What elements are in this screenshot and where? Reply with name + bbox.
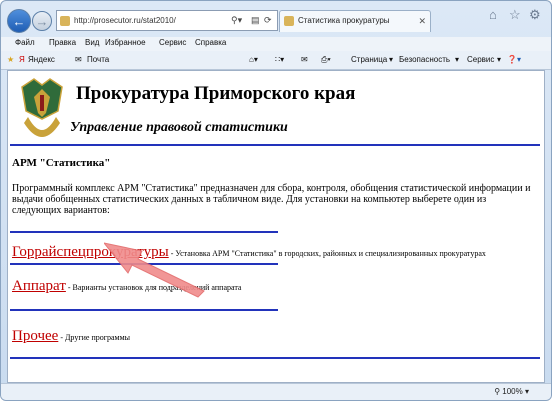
- link-apparat[interactable]: Аппарат: [12, 278, 66, 294]
- option-row: Прочее - Другие программы: [12, 327, 130, 345]
- favorites-star-icon[interactable]: ☆: [509, 7, 521, 23]
- zoom-control[interactable]: ⚲ 100% ▾: [494, 387, 529, 396]
- refresh-icon[interactable]: ⟳: [264, 11, 272, 30]
- cmd-security[interactable]: Безопасность: [399, 55, 450, 64]
- tab-close-icon[interactable]: ✕: [418, 11, 426, 31]
- browser-window: ← → http://prosecutor.ru/stat2010/ ⚲▾ ▤ …: [0, 0, 552, 401]
- compat-view-icon[interactable]: ▤: [251, 11, 260, 30]
- pointer-arrow-icon: [104, 242, 205, 298]
- print-icon[interactable]: ⎙▾: [321, 55, 331, 65]
- back-button[interactable]: ←: [7, 9, 31, 33]
- option-row: Горрайспецпрокуратуры - Установка АРМ "С…: [12, 243, 486, 261]
- divider: [10, 309, 278, 311]
- link-prochee[interactable]: Прочее: [12, 328, 58, 344]
- menu-view[interactable]: Вид: [85, 38, 99, 47]
- favorite-mail[interactable]: Почта: [87, 55, 109, 64]
- chevron-down-icon: ▾: [389, 55, 394, 64]
- page-subtitle: Управление правовой статистики: [70, 120, 288, 135]
- mail-cmd-icon[interactable]: ✉: [301, 55, 308, 64]
- forward-button[interactable]: →: [32, 11, 52, 31]
- chevron-down-icon: ▾: [455, 55, 460, 64]
- cmd-page[interactable]: Страница: [351, 55, 387, 64]
- mail-icon: ✉: [75, 55, 82, 64]
- help-icon[interactable]: ❓▾: [507, 55, 521, 64]
- feeds-icon[interactable]: ∷▾: [275, 55, 284, 64]
- cmd-tools[interactable]: Сервис: [467, 55, 494, 64]
- favorites-icon[interactable]: ★: [7, 55, 14, 64]
- chevron-down-icon: ▾: [497, 55, 502, 64]
- zoom-level: 100%: [502, 387, 523, 396]
- page-content: Прокуратура Приморского края Управление …: [7, 70, 545, 383]
- address-bar[interactable]: http://prosecutor.ru/stat2010/ ⚲▾ ▤ ⟳: [56, 10, 278, 31]
- page-title: Прокуратура Приморского края: [76, 83, 356, 104]
- description-text: Программный комплекс АРМ "Статистика" пр…: [12, 183, 531, 216]
- command-bar: ★ Я Яндекс ✉ Почта ⌂▾ ∷▾ ✉ ⎙▾ Страница ▾ …: [1, 51, 551, 70]
- menu-bar: Файл Правка Вид Избранное Сервис Справка: [1, 37, 551, 51]
- site-favicon: [60, 15, 70, 26]
- tab-title: Статистика прокуратуры: [298, 16, 390, 25]
- back-arrow-icon: ←: [12, 13, 26, 29]
- section-heading: АРМ "Статистика": [12, 157, 111, 169]
- settings-gear-icon[interactable]: ⚙: [529, 7, 541, 23]
- search-icon[interactable]: ⚲▾: [231, 11, 242, 30]
- tab-active[interactable]: Статистика прокуратуры ✕: [279, 10, 431, 32]
- favorite-yandex[interactable]: Яндекс: [28, 55, 55, 64]
- menu-file[interactable]: Файл: [15, 38, 35, 47]
- menu-help[interactable]: Справка: [195, 38, 226, 47]
- divider: [10, 357, 540, 359]
- status-bar: ⚲ 100% ▾: [1, 383, 551, 400]
- divider: [10, 231, 278, 233]
- yandex-icon: Я: [19, 55, 25, 64]
- menu-favorites[interactable]: Избранное: [105, 38, 146, 47]
- menu-edit[interactable]: Правка: [49, 38, 76, 47]
- menu-tools[interactable]: Сервис: [159, 38, 186, 47]
- prosecutor-emblem-icon: [21, 78, 63, 137]
- home-cmd-icon[interactable]: ⌂▾: [249, 55, 258, 64]
- home-icon[interactable]: ⌂: [489, 7, 497, 22]
- option-desc: - Установка АРМ "Статистика" в городских…: [168, 249, 486, 258]
- url-text: http://prosecutor.ru/stat2010/: [74, 16, 176, 25]
- address-toolbar: ← → http://prosecutor.ru/stat2010/ ⚲▾ ▤ …: [1, 1, 551, 35]
- option-desc: - Другие программы: [58, 333, 131, 342]
- divider: [10, 144, 540, 146]
- tab-favicon: [284, 15, 294, 26]
- forward-arrow-icon: →: [35, 13, 49, 29]
